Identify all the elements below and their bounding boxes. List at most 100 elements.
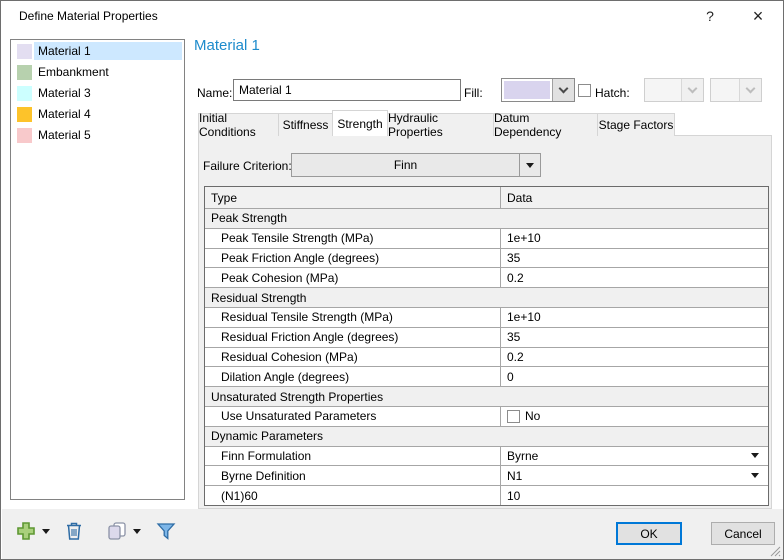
resize-grip[interactable] bbox=[770, 546, 781, 557]
delete-icon bbox=[64, 520, 84, 542]
material-list: Material 1 Embankment Material 3 Materia… bbox=[10, 39, 185, 500]
tab-hydraulic-properties[interactable]: Hydraulic Properties bbox=[387, 113, 494, 136]
property-label: Byrne Definition bbox=[205, 466, 501, 485]
property-label: Finn Formulation bbox=[205, 447, 501, 466]
table-section-row: Peak Strength bbox=[205, 209, 768, 229]
list-item-material-4[interactable]: Material 4 bbox=[11, 104, 184, 124]
tab-stage-factors[interactable]: Stage Factors bbox=[597, 113, 675, 136]
section-label: Unsaturated Strength Properties bbox=[205, 387, 768, 406]
table-section-row: Residual Strength bbox=[205, 288, 768, 308]
table-header-row: Type Data bbox=[205, 187, 768, 209]
table-row: Byrne Definition N1 bbox=[205, 466, 768, 486]
fill-color-swatch bbox=[504, 81, 550, 99]
cancel-button[interactable]: Cancel bbox=[711, 522, 775, 545]
tab-stiffness[interactable]: Stiffness bbox=[278, 113, 333, 136]
material-color-swatch bbox=[17, 44, 32, 59]
material-label: Embankment bbox=[34, 63, 182, 81]
fill-label: Fill: bbox=[464, 86, 483, 100]
property-value-dropdown[interactable]: N1 bbox=[501, 466, 768, 485]
table-row: Use Unsaturated Parameters No bbox=[205, 407, 768, 427]
table-section-row: Unsaturated Strength Properties bbox=[205, 387, 768, 407]
column-header-data: Data bbox=[501, 187, 768, 208]
list-item-material-5[interactable]: Material 5 bbox=[11, 125, 184, 145]
failure-criterion-dropdown[interactable]: Finn bbox=[291, 153, 541, 177]
table-row: Dilation Angle (degrees) 0 bbox=[205, 367, 768, 387]
ok-button[interactable]: OK bbox=[616, 522, 682, 545]
dropdown-value: N1 bbox=[507, 469, 522, 483]
material-name-input[interactable] bbox=[233, 79, 461, 101]
chevron-down-icon[interactable] bbox=[751, 473, 759, 478]
filter-icon bbox=[155, 520, 177, 542]
define-material-properties-dialog: Define Material Properties ? × Material … bbox=[0, 0, 784, 560]
material-color-swatch bbox=[17, 107, 32, 122]
property-value[interactable]: No bbox=[501, 407, 768, 426]
chevron-down-icon[interactable] bbox=[751, 453, 759, 458]
failure-criterion-label: Failure Criterion: bbox=[203, 159, 292, 173]
copy-material-button[interactable] bbox=[106, 520, 141, 542]
add-icon bbox=[15, 520, 37, 542]
property-value[interactable]: 0.2 bbox=[501, 348, 768, 367]
column-header-type: Type bbox=[205, 187, 501, 208]
selected-material-title: Material 1 bbox=[194, 37, 260, 54]
property-label: Residual Friction Angle (degrees) bbox=[205, 328, 501, 347]
table-row: Finn Formulation Byrne bbox=[205, 447, 768, 467]
hatch-pattern-swatch bbox=[647, 81, 679, 99]
title-bar: Define Material Properties ? × bbox=[1, 1, 783, 31]
property-value-dropdown[interactable]: Byrne bbox=[501, 447, 768, 466]
list-item-material-1[interactable]: Material 1 bbox=[11, 41, 184, 61]
hatch-label: Hatch: bbox=[595, 86, 630, 100]
material-color-swatch bbox=[17, 128, 32, 143]
list-item-embankment[interactable]: Embankment bbox=[11, 62, 184, 82]
dialog-title: Define Material Properties bbox=[19, 1, 158, 31]
chevron-down-icon bbox=[688, 83, 698, 93]
property-label: Peak Cohesion (MPa) bbox=[205, 268, 501, 287]
copy-icon bbox=[106, 520, 128, 542]
use-unsaturated-parameters-checkbox[interactable] bbox=[507, 410, 520, 423]
list-item-material-3[interactable]: Material 3 bbox=[11, 83, 184, 103]
tab-initial-conditions[interactable]: Initial Conditions bbox=[198, 113, 279, 136]
material-color-swatch bbox=[17, 65, 32, 80]
chevron-down-icon bbox=[746, 83, 756, 93]
tab-datum-dependency[interactable]: Datum Dependency bbox=[493, 113, 598, 136]
property-value[interactable]: 0.2 bbox=[501, 268, 768, 287]
material-label: Material 1 bbox=[34, 42, 182, 60]
material-color-swatch bbox=[17, 86, 32, 101]
add-dropdown-caret-icon[interactable] bbox=[42, 529, 50, 534]
add-material-button[interactable] bbox=[15, 520, 50, 542]
material-label: Material 5 bbox=[34, 126, 182, 144]
filter-materials-button[interactable] bbox=[155, 520, 177, 542]
tab-strength[interactable]: Strength bbox=[332, 110, 388, 136]
property-label: Dilation Angle (degrees) bbox=[205, 367, 501, 386]
hatch-color-dropdown bbox=[710, 78, 762, 102]
table-row: Residual Cohesion (MPa) 0.2 bbox=[205, 348, 768, 368]
property-value[interactable]: 1e+10 bbox=[501, 308, 768, 327]
hatch-pattern-dropdown-button bbox=[681, 79, 703, 101]
property-value[interactable]: 10 bbox=[501, 486, 768, 505]
property-label: Use Unsaturated Parameters bbox=[205, 407, 501, 426]
property-value[interactable]: 35 bbox=[501, 249, 768, 268]
delete-material-button[interactable] bbox=[64, 520, 84, 542]
fill-dropdown-button[interactable] bbox=[552, 79, 574, 101]
section-label: Peak Strength bbox=[205, 209, 768, 228]
fill-color-dropdown[interactable] bbox=[501, 78, 575, 102]
hatch-checkbox[interactable] bbox=[578, 84, 591, 97]
property-label: Peak Friction Angle (degrees) bbox=[205, 249, 501, 268]
checkbox-value-label: No bbox=[525, 409, 540, 423]
property-value[interactable]: 35 bbox=[501, 328, 768, 347]
chevron-down-icon bbox=[526, 163, 534, 168]
table-row: Peak Friction Angle (degrees) 35 bbox=[205, 249, 768, 269]
property-value[interactable]: 1e+10 bbox=[501, 229, 768, 248]
material-label: Material 3 bbox=[34, 84, 182, 102]
property-value[interactable]: 0 bbox=[501, 367, 768, 386]
failure-criterion-dropdown-button[interactable] bbox=[519, 154, 540, 176]
copy-dropdown-caret-icon[interactable] bbox=[133, 529, 141, 534]
failure-criterion-value: Finn bbox=[292, 154, 519, 176]
section-label: Residual Strength bbox=[205, 288, 768, 307]
table-row: Peak Cohesion (MPa) 0.2 bbox=[205, 268, 768, 288]
table-section-row: Dynamic Parameters bbox=[205, 427, 768, 447]
table-row: Residual Friction Angle (degrees) 35 bbox=[205, 328, 768, 348]
help-icon[interactable]: ? bbox=[695, 1, 725, 31]
close-icon[interactable]: × bbox=[743, 1, 773, 31]
chevron-down-icon bbox=[559, 83, 569, 93]
table-row: Peak Tensile Strength (MPa) 1e+10 bbox=[205, 229, 768, 249]
